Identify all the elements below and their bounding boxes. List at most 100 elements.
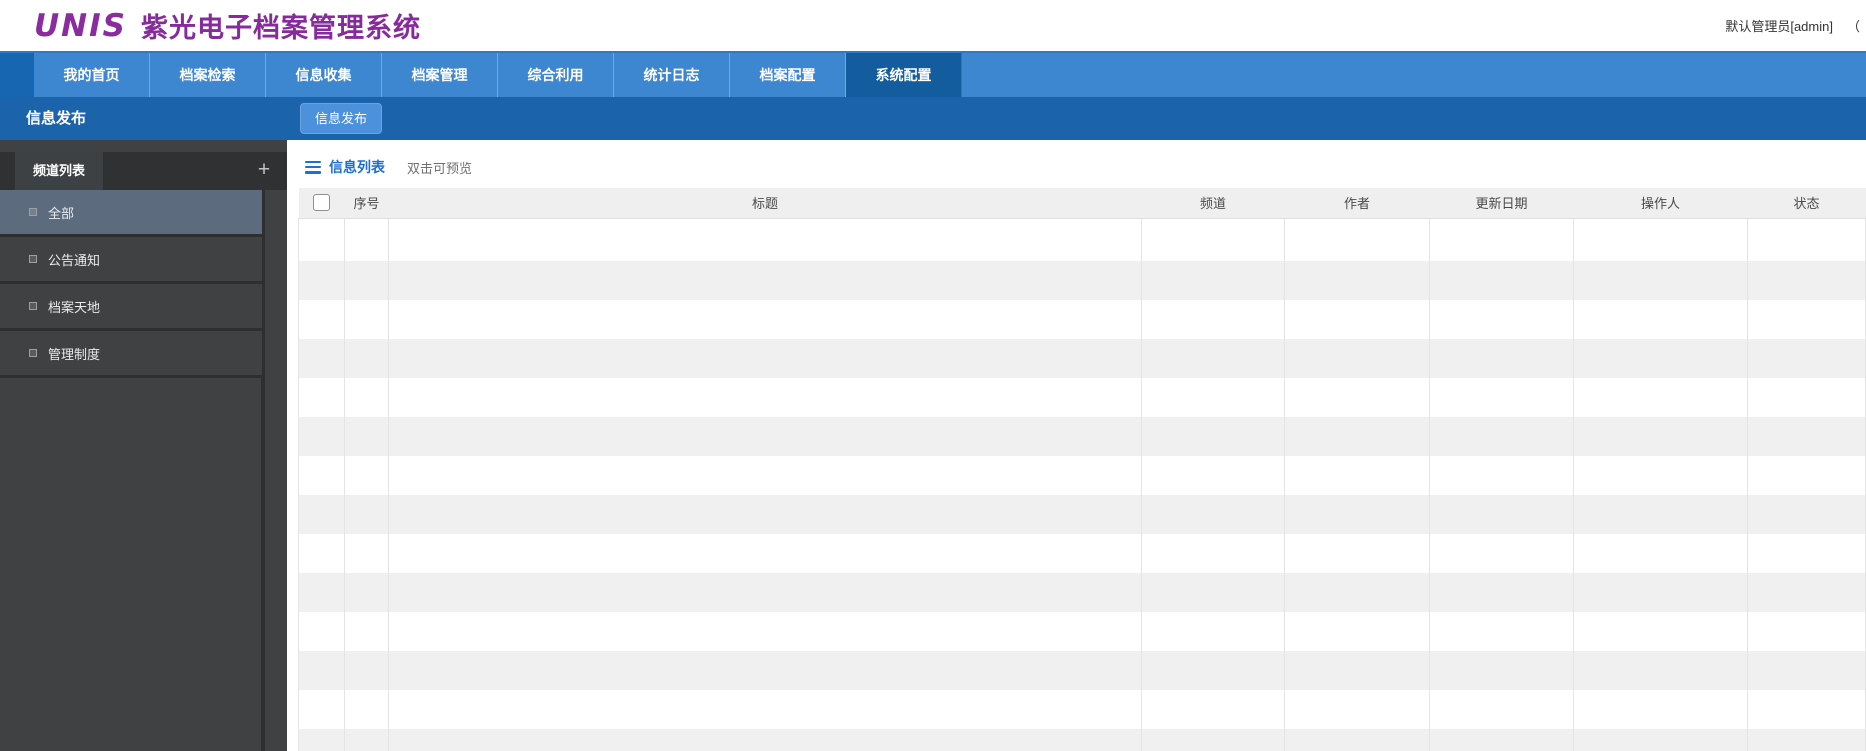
table-cell	[1284, 456, 1430, 495]
square-bullet-icon	[29, 208, 37, 216]
main-nav: 我的首页 档案检索 信息收集 档案管理 综合利用 统计日志 档案配置 系统配置	[0, 53, 1866, 97]
table-cell	[388, 651, 1142, 690]
add-channel-button[interactable]: +	[253, 152, 275, 190]
table-cell	[344, 690, 389, 729]
col-header-status: 状态	[1747, 188, 1866, 219]
table-cell	[1141, 300, 1285, 339]
table-cell	[1141, 261, 1285, 300]
channel-item-archive-world[interactable]: 档案天地	[0, 284, 262, 331]
table-cell	[298, 456, 345, 495]
nav-tab-archive-search[interactable]: 档案检索	[150, 53, 266, 97]
nav-tab-system-config[interactable]: 系统配置	[846, 53, 962, 97]
col-header-operator: 操作人	[1573, 188, 1748, 219]
table-cell	[1284, 690, 1430, 729]
table-cell	[344, 417, 389, 456]
table-cell	[298, 339, 345, 378]
table-cell	[1284, 612, 1430, 651]
info-publish-tab[interactable]: 信息发布	[300, 103, 382, 134]
table-cell	[344, 456, 389, 495]
info-table: 序号 标题 频道 作者 更新日期 操作人 状态	[298, 188, 1866, 751]
table-cell	[1573, 729, 1748, 751]
table-cell	[1284, 339, 1430, 378]
select-all-cell	[298, 188, 345, 219]
table-row	[298, 261, 1866, 300]
table-cell	[1429, 690, 1574, 729]
nav-tab-comprehensive-use[interactable]: 综合利用	[498, 53, 614, 97]
table-cell	[1429, 651, 1574, 690]
channel-list-tab[interactable]: 频道列表	[15, 152, 103, 190]
table-cell	[1141, 339, 1285, 378]
table-cell	[388, 261, 1142, 300]
table-cell	[344, 651, 389, 690]
table-row	[298, 534, 1866, 573]
table-cell	[1573, 690, 1748, 729]
col-header-index: 序号	[344, 188, 389, 219]
table-cell	[298, 218, 345, 261]
table-cell	[1573, 300, 1748, 339]
table-cell	[1747, 690, 1866, 729]
table-cell	[1747, 651, 1866, 690]
table-cell	[344, 378, 389, 417]
table-row	[298, 612, 1866, 651]
table-cell	[1429, 612, 1574, 651]
channel-item-announcements[interactable]: 公告通知	[0, 237, 262, 284]
table-body	[298, 218, 1866, 751]
table-cell	[1141, 378, 1285, 417]
table-cell	[1747, 612, 1866, 651]
table-row	[298, 339, 1866, 378]
nav-tab-archive-config[interactable]: 档案配置	[730, 53, 846, 97]
table-header: 序号 标题 频道 作者 更新日期 操作人 状态	[298, 188, 1866, 219]
nav-tab-archive-manage[interactable]: 档案管理	[382, 53, 498, 97]
nav-tab-info-collect[interactable]: 信息收集	[266, 53, 382, 97]
table-cell	[1429, 417, 1574, 456]
channel-sidebar: 频道列表 + 全部 公告通知 档案天地 管理制度	[0, 140, 287, 751]
table-cell	[1141, 417, 1285, 456]
table-cell	[1747, 261, 1866, 300]
table-cell	[344, 261, 389, 300]
table-cell	[298, 300, 345, 339]
list-icon	[305, 160, 321, 174]
table-cell	[1141, 612, 1285, 651]
table-cell	[1573, 534, 1748, 573]
table-cell	[298, 612, 345, 651]
table-cell	[298, 417, 345, 456]
table-cell	[298, 495, 345, 534]
table-cell	[1747, 573, 1866, 612]
table-cell	[1573, 339, 1748, 378]
table-cell	[344, 573, 389, 612]
table-cell	[388, 378, 1142, 417]
nav-tab-stats-log[interactable]: 统计日志	[614, 53, 730, 97]
table-row	[298, 495, 1866, 534]
table-cell	[1284, 495, 1430, 534]
channel-item-all[interactable]: 全部	[0, 190, 262, 237]
nav-tab-home[interactable]: 我的首页	[34, 53, 150, 97]
col-header-channel: 频道	[1141, 188, 1285, 219]
table-row	[298, 378, 1866, 417]
table-cell	[1141, 729, 1285, 751]
table-cell	[1141, 218, 1285, 261]
table-cell	[298, 261, 345, 300]
main-content: 信息列表 双击可预览 序号 标题 频道 作者 更新日期 操作人 状态	[287, 140, 1866, 751]
table-cell	[344, 612, 389, 651]
table-cell	[298, 573, 345, 612]
table-row	[298, 573, 1866, 612]
nav-corner-block	[0, 53, 34, 97]
table-row	[298, 218, 1866, 261]
table-cell	[1747, 729, 1866, 751]
select-all-checkbox[interactable]	[313, 194, 330, 212]
top-header: UNIS 紫光电子档案管理系统 默认管理员[admin] （	[0, 0, 1866, 51]
table-cell	[1747, 456, 1866, 495]
channel-item-management-rules[interactable]: 管理制度	[0, 331, 262, 378]
list-title: 信息列表	[329, 159, 385, 175]
table-cell	[1747, 495, 1866, 534]
table-cell	[1573, 218, 1748, 261]
table-cell	[1429, 495, 1574, 534]
table-row	[298, 690, 1866, 729]
table-cell	[1284, 729, 1430, 751]
info-table-wrap: 序号 标题 频道 作者 更新日期 操作人 状态	[298, 188, 1866, 751]
table-cell	[388, 339, 1142, 378]
table-cell	[1573, 651, 1748, 690]
table-cell	[388, 729, 1142, 751]
unis-logo: UNIS	[34, 7, 127, 44]
table-cell	[1141, 456, 1285, 495]
